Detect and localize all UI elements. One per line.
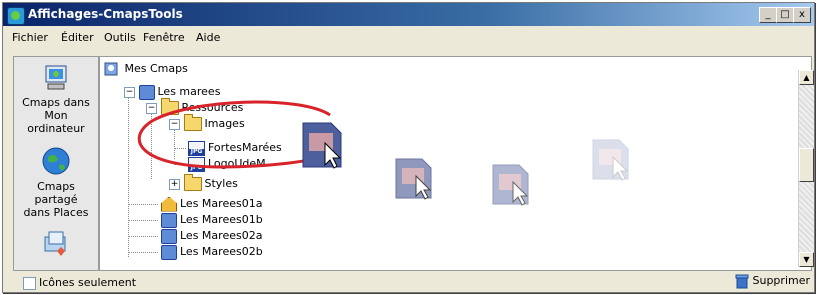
expand-toggle[interactable]: + — [169, 178, 180, 190]
menu-fichier[interactable]: Fichier — [12, 31, 48, 44]
places-item-my-computer[interactable]: Cmaps dans Mon ordinateur — [14, 63, 98, 135]
cmap-view: Mes Cmaps − Les marees − Ressources − Im… — [99, 56, 812, 271]
cmap-icon — [161, 228, 177, 244]
scroll-up-button[interactable]: ▲ — [799, 70, 814, 85]
globe-icon — [42, 147, 70, 175]
icons-only-checkbox[interactable] — [23, 277, 36, 290]
icons-only-label: Icônes seulement — [39, 276, 137, 289]
house-icon — [161, 196, 177, 212]
tree-header: Mes Cmaps — [104, 62, 188, 78]
tree-row-label: Les Marees01a — [180, 197, 263, 210]
tree-row-les-marees02a[interactable]: Les Marees02a — [161, 228, 262, 244]
places-label-line2: Mon ordinateur — [27, 109, 85, 135]
tree-row-les-marees01a[interactable]: Les Marees01a — [161, 196, 262, 212]
cmap-icon — [161, 244, 177, 260]
tree-line — [128, 236, 158, 237]
window-title: Affichages-CmapsTools — [28, 7, 183, 21]
drag-ghost-icon — [395, 158, 432, 200]
app-icon — [7, 7, 25, 25]
close-button[interactable]: x — [793, 7, 811, 23]
tree-row-label: Styles — [204, 177, 238, 190]
menu-aide[interactable]: Aide — [196, 31, 220, 44]
cmap-icon — [161, 212, 177, 228]
folder-icon — [183, 174, 202, 191]
drag-ghost-icon — [592, 139, 629, 181]
tree-row-label: Les Marees02b — [180, 245, 263, 258]
application-window: Affichages-CmapsTools _ □ x Fichier Édit… — [2, 2, 815, 293]
places-panel: Cmaps dans Mon ordinateur Cmaps partagé … — [13, 56, 99, 271]
scroll-down-button[interactable]: ▼ — [799, 252, 814, 267]
places-label-line2: dans Places — [23, 206, 89, 219]
tree-row-label: Les Marees02a — [180, 229, 263, 242]
places-item-shared[interactable]: Cmaps partagé dans Places — [14, 145, 98, 219]
drag-ghost-icon — [492, 164, 529, 206]
menu-outils[interactable]: Outils — [104, 31, 136, 44]
tree-row-label: Les Marees01b — [180, 213, 263, 226]
menu-bar: Fichier Éditer Outils Fenêtre Aide — [3, 27, 814, 47]
tree-header-label: Mes Cmaps — [124, 62, 188, 75]
tree-line — [128, 204, 158, 205]
shared-folder-icon — [44, 231, 66, 256]
delete-button[interactable]: Supprimer — [735, 273, 810, 289]
trash-icon — [735, 274, 749, 289]
places-label-line1: Cmaps partagé — [34, 180, 78, 206]
tree-row-les-marees01b[interactable]: Les Marees01b — [161, 212, 263, 228]
scroll-thumb[interactable] — [799, 148, 814, 182]
tree-line — [128, 220, 158, 221]
menu-fenetre[interactable]: Fenêtre — [143, 31, 185, 44]
tree-row-les-marees02b[interactable]: Les Marees02b — [161, 244, 263, 260]
tree-line — [128, 252, 158, 253]
tree-line — [128, 91, 129, 257]
delete-label: Supprimer — [752, 274, 811, 287]
places-item-folder[interactable] — [14, 229, 98, 262]
title-bar[interactable]: Affichages-CmapsTools _ □ x — [3, 3, 814, 26]
places-label-line1: Cmaps dans — [22, 96, 90, 109]
vertical-scrollbar[interactable]: ▲ ▼ — [798, 70, 814, 267]
menu-editer[interactable]: Éditer — [61, 31, 94, 44]
footer-bar: Icônes seulement Supprimer — [3, 271, 814, 292]
maximize-button[interactable]: □ — [776, 7, 794, 23]
drag-ghost-icon — [302, 122, 342, 169]
my-cmaps-icon — [104, 62, 118, 76]
computer-icon — [45, 65, 67, 90]
minimize-button[interactable]: _ — [759, 7, 777, 23]
tree-row-styles[interactable]: + Styles — [169, 174, 238, 192]
